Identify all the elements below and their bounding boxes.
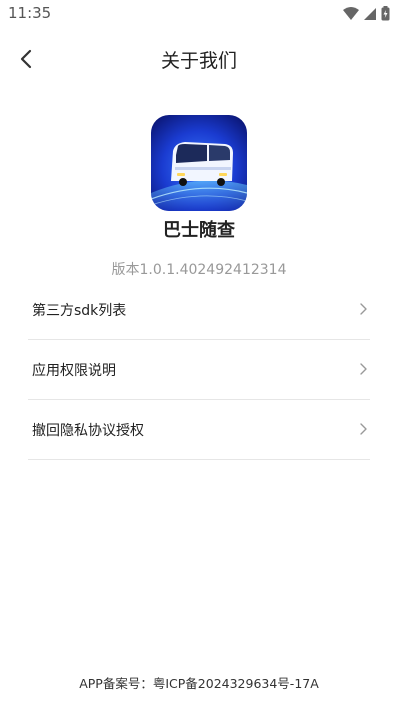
menu-item-third-party-sdk[interactable]: 第三方sdk列表 [28,280,370,340]
chevron-right-icon [360,423,367,435]
menu-item-label: 应用权限说明 [32,363,116,379]
status-time: 11:35 [8,4,52,22]
menu-item-app-permissions[interactable]: 应用权限说明 [28,340,370,400]
app-logo [151,115,247,211]
signal-icon [364,7,376,20]
bus-logo-icon [151,115,247,211]
menu-item-label: 撤回隐私协议授权 [32,423,144,439]
status-bar: 11:35 [0,0,398,28]
status-icons [343,6,390,21]
icp-registration: APP备案号：粤ICP备2024329634号-17A [79,676,319,691]
wifi-icon [343,6,359,20]
battery-icon [381,6,390,21]
page-title: 关于我们 [160,50,237,72]
chevron-right-icon [360,303,367,315]
chevron-right-icon [360,363,367,375]
menu-item-revoke-privacy[interactable]: 撤回隐私协议授权 [28,400,370,460]
app-header: 关于我们 [0,36,398,82]
app-name: 巴士随查 [163,220,235,241]
app-version: 版本1.0.1.402492412314 [111,262,287,278]
menu-item-label: 第三方sdk列表 [32,303,127,319]
about-menu-list: 第三方sdk列表 应用权限说明 撤回隐私协议授权 [28,280,370,460]
